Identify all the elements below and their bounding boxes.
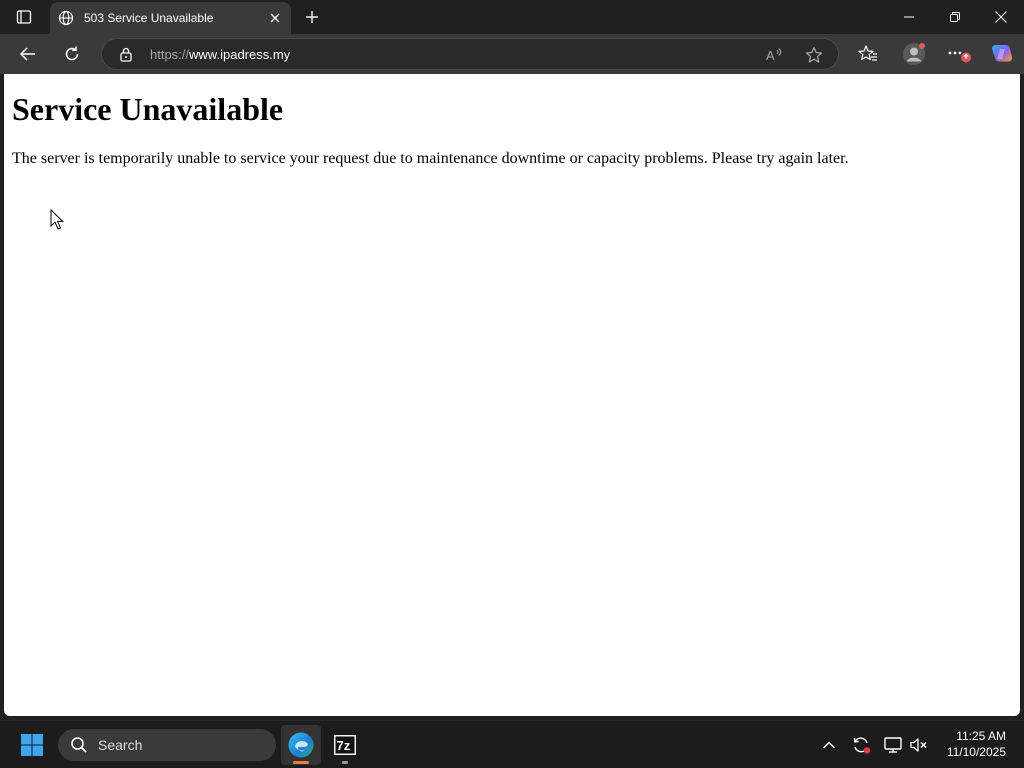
sync-icon — [853, 737, 871, 754]
volume-tray-icon[interactable] — [907, 733, 931, 757]
display-icon — [884, 737, 902, 753]
chevron-up-icon — [822, 741, 836, 749]
more-icon — [948, 51, 971, 63]
favorite-star-icon[interactable] — [804, 45, 824, 65]
page-viewport: Service Unavailable The server is tempor… — [4, 74, 1020, 716]
refresh-button[interactable] — [56, 38, 88, 70]
taskbar-search-box[interactable]: Search — [58, 729, 276, 761]
taskbar-clock[interactable]: 11:25 AM 11/10/2025 — [947, 728, 1006, 760]
favorites-button[interactable] — [852, 38, 884, 70]
new-tab-button[interactable] — [298, 3, 326, 31]
back-button[interactable] — [12, 38, 44, 70]
sync-tray-icon[interactable] — [849, 733, 873, 757]
read-aloud-icon[interactable]: A — [764, 45, 784, 65]
svg-text:A: A — [766, 48, 775, 63]
profile-icon — [903, 43, 925, 65]
tab-title: 503 Service Unavailable — [84, 11, 214, 25]
windows-start-icon — [21, 734, 43, 756]
display-tray-icon[interactable] — [881, 733, 905, 757]
mouse-cursor-icon — [50, 209, 64, 230]
error-message: The server is temporarily unable to serv… — [12, 150, 849, 167]
taskbar: Search 7z 11:25 AM 11/10/2025 — [0, 720, 1024, 768]
active-tab[interactable]: 503 Service Unavailable — [50, 2, 291, 34]
browser-toolbar: https://www.ipadress.my A — [0, 34, 1024, 74]
lock-icon[interactable] — [118, 46, 134, 62]
error-page: Service Unavailable The server is tempor… — [4, 74, 1020, 177]
minimize-button[interactable] — [886, 0, 932, 34]
address-bar[interactable]: https://www.ipadress.my A — [101, 38, 839, 70]
restore-button[interactable] — [932, 0, 978, 34]
more-button[interactable] — [943, 38, 975, 70]
close-icon — [270, 13, 280, 23]
svg-text:7z: 7z — [337, 738, 351, 753]
restore-icon — [950, 12, 960, 22]
running-app-indicator — [342, 761, 348, 764]
url-host: www.ipadress.my — [189, 47, 291, 62]
favorites-icon — [858, 45, 877, 61]
clock-date: 11/10/2025 — [946, 745, 1006, 759]
tab-actions-button[interactable] — [8, 2, 40, 32]
taskbar-edge-app[interactable] — [281, 725, 321, 765]
clock-time: 11:25 AM — [956, 729, 1006, 743]
copilot-icon — [992, 44, 1013, 62]
volume-muted-icon — [910, 738, 927, 752]
7zip-icon: 7z — [334, 735, 356, 755]
globe-icon — [58, 10, 74, 26]
search-icon — [71, 737, 87, 753]
taskbar-7zip-app[interactable]: 7z — [325, 725, 365, 765]
close-tab-button[interactable] — [267, 10, 283, 26]
profile-button[interactable] — [898, 38, 930, 70]
plus-icon — [306, 11, 318, 23]
window-close-button[interactable] — [978, 0, 1024, 34]
url-text[interactable]: https://www.ipadress.my — [150, 47, 290, 62]
url-scheme: https:// — [150, 47, 190, 62]
edge-icon — [288, 732, 314, 758]
show-hidden-icons-button[interactable] — [817, 733, 841, 757]
tab-bar: 503 Service Unavailable — [0, 0, 1024, 34]
tab-actions-icon — [16, 10, 32, 24]
active-app-indicator — [293, 761, 309, 764]
search-placeholder: Search — [98, 737, 143, 753]
refresh-icon — [65, 46, 79, 61]
minimize-icon — [904, 16, 914, 18]
copilot-button[interactable] — [986, 38, 1018, 70]
back-icon — [19, 47, 35, 61]
start-button[interactable] — [12, 726, 52, 764]
window-close-icon — [995, 11, 1007, 23]
page-heading: Service Unavailable — [12, 91, 284, 127]
